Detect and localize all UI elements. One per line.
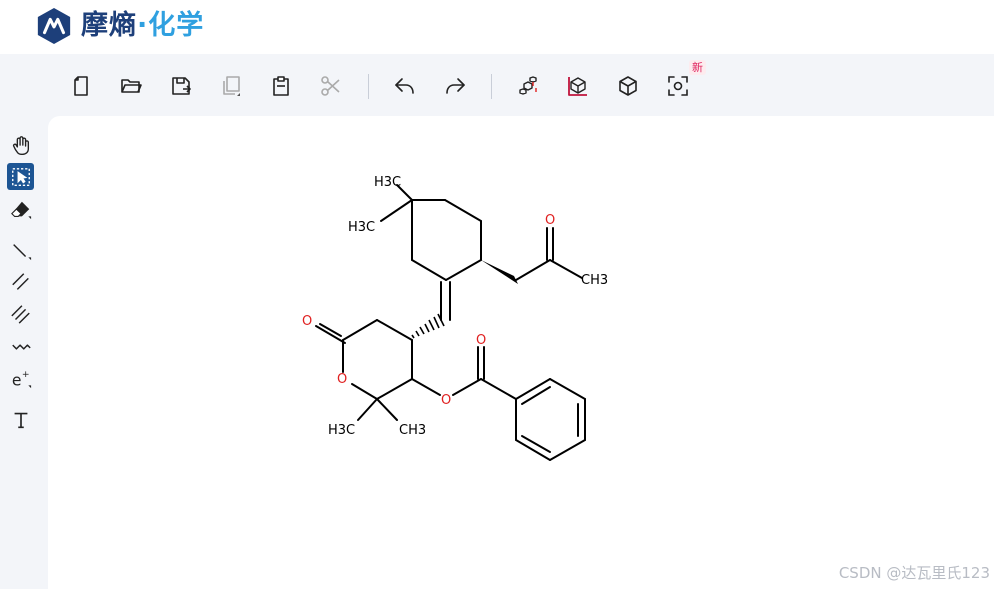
single-bond-tool-button[interactable] <box>7 237 34 264</box>
toolbar-divider <box>491 74 492 99</box>
scan-icon <box>668 76 688 96</box>
atom-label-ester-carbonyl-o: O <box>476 333 486 348</box>
brand-dot: · <box>137 10 149 41</box>
chart-3d-button[interactable] <box>564 72 592 100</box>
hashed-bond <box>411 313 445 339</box>
cut-icon <box>321 76 340 96</box>
open-folder-icon <box>121 79 142 93</box>
svg-text:e: e <box>11 371 21 389</box>
cube-button[interactable] <box>614 72 642 100</box>
app-header: 摩熵·化学 <box>0 0 994 54</box>
wavy-bond-tool-button[interactable] <box>7 333 34 360</box>
copy-button[interactable] <box>217 72 245 100</box>
triple-bond-tool-button[interactable] <box>7 300 34 327</box>
atom-label-ketone-o: O <box>545 213 555 228</box>
structure-3d-icon <box>519 76 537 95</box>
atom-label-h3c-top: H3C <box>374 175 401 190</box>
chart-3d-icon <box>568 77 587 96</box>
brand-logo[interactable]: 摩熵·化学 <box>35 7 204 45</box>
new-file-icon <box>74 76 88 96</box>
save-icon <box>172 77 191 95</box>
copy-icon <box>223 76 240 96</box>
svg-text:+: + <box>21 369 29 380</box>
logo-icon <box>37 7 71 45</box>
atom-label-ester-o: O <box>441 393 451 408</box>
text-icon <box>14 412 27 428</box>
atom-label-ch3-bottom: CH3 <box>399 423 426 438</box>
select-tool-button[interactable] <box>7 163 34 190</box>
text-tool-button[interactable] <box>7 406 34 433</box>
save-button[interactable] <box>167 72 195 100</box>
molecule-structure[interactable]: H3C H3C O CH3 O O O O H3C CH3 <box>48 116 994 589</box>
open-button[interactable] <box>117 72 145 100</box>
undo-icon <box>395 78 414 94</box>
new-file-button[interactable] <box>67 72 95 100</box>
atom-label-h3c-left: H3C <box>348 220 375 235</box>
eraser-tool-button[interactable] <box>7 196 34 223</box>
eraser-icon <box>10 201 31 219</box>
scan-button[interactable] <box>664 72 692 100</box>
double-bond-icon <box>11 272 29 290</box>
undo-button[interactable] <box>391 72 419 100</box>
atom-label-lactone-carbonyl-o: O <box>302 314 312 329</box>
cube-icon <box>619 76 637 96</box>
redo-button[interactable] <box>441 72 469 100</box>
new-feature-badge: 新 <box>689 60 706 75</box>
drawing-canvas[interactable]: H3C H3C O CH3 O O O O H3C CH3 CSDN @达瓦里氏… <box>48 116 994 589</box>
single-bond-icon <box>12 243 31 260</box>
atom-label-h3c-bottom: H3C <box>328 423 355 438</box>
redo-icon <box>446 78 465 94</box>
hand-icon <box>12 135 29 155</box>
charge-tool-button[interactable]: e + <box>7 365 34 392</box>
toolbar-divider <box>368 74 369 99</box>
brand-name: 摩熵·化学 <box>81 7 204 45</box>
atom-label-ch3-right: CH3 <box>581 273 608 288</box>
atom-labels: H3C H3C O CH3 O O O O H3C CH3 <box>302 175 608 438</box>
hand-tool-button[interactable] <box>7 132 34 159</box>
double-bond-tool-button[interactable] <box>7 268 34 295</box>
watermark-text: CSDN @达瓦里氏123 <box>838 564 990 582</box>
atom-label-ring-o: O <box>337 372 347 387</box>
tool-sidebar: e + <box>0 116 48 589</box>
brand-name-part1: 摩熵 <box>81 10 137 41</box>
charge-icon: e + <box>11 369 31 389</box>
select-icon <box>11 167 30 186</box>
main-toolbar <box>0 54 994 116</box>
wedge-bond <box>481 260 518 284</box>
brand-name-part2: 化学 <box>148 10 205 41</box>
triple-bond-icon <box>10 304 30 324</box>
cut-button[interactable] <box>317 72 345 100</box>
structure-3d-button[interactable] <box>514 72 542 100</box>
paste-icon <box>273 76 289 96</box>
wavy-bond-icon <box>11 343 31 350</box>
paste-button[interactable] <box>267 72 295 100</box>
